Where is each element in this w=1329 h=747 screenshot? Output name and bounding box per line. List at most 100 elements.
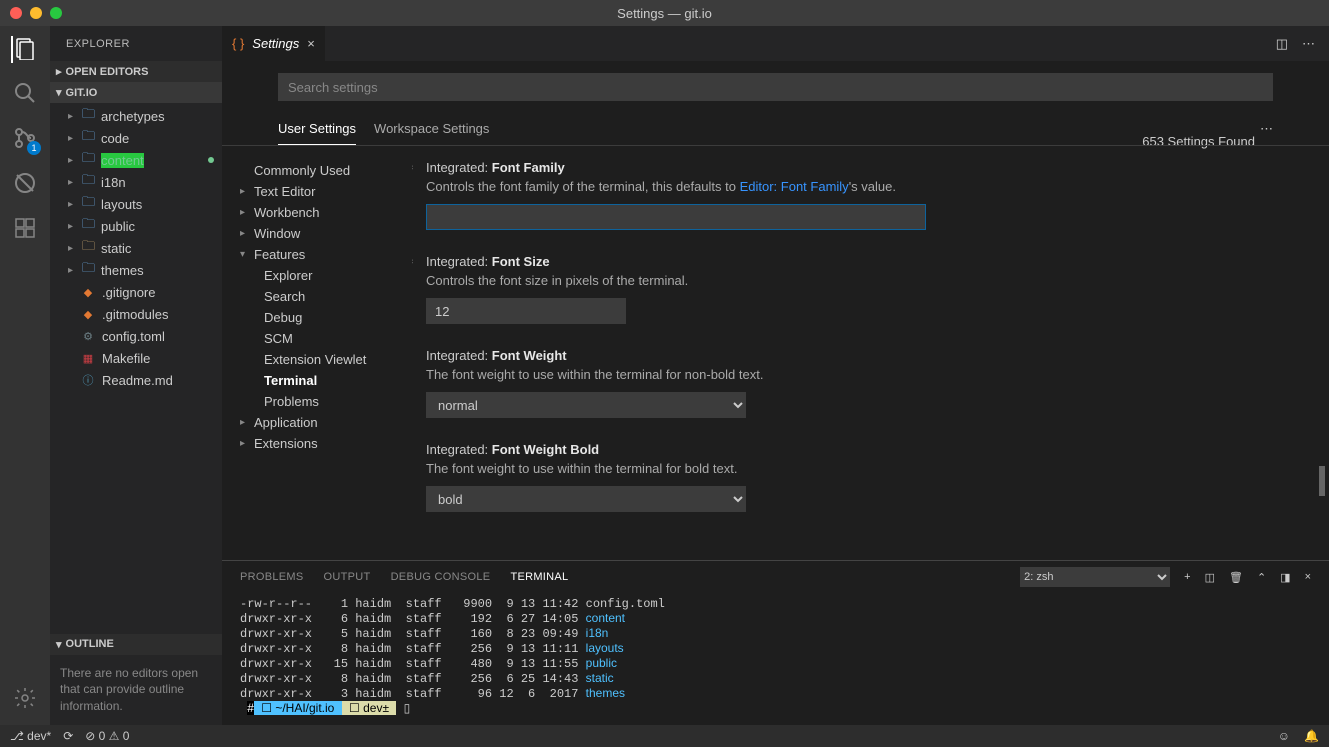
tree-item-config.toml[interactable]: ⚙config.toml <box>50 325 222 347</box>
scope-more-icon[interactable]: ⋯ <box>1260 113 1273 145</box>
scm-badge: 1 <box>27 141 41 155</box>
gear-icon[interactable]: ⚙ <box>412 160 414 176</box>
settings-search-input[interactable] <box>278 73 1273 101</box>
tree-item-.gitignore[interactable]: ◆.gitignore <box>50 281 222 303</box>
branch-indicator[interactable]: ⎇ dev* <box>10 729 51 743</box>
status-bar: ⎇ dev* ⟳ ⊘ 0 ⚠ 0 ☺ 🔔 <box>0 725 1329 747</box>
toc-application[interactable]: Application <box>240 412 412 433</box>
tree-item-static[interactable]: 🗀static <box>50 237 222 259</box>
folder-icon: 🗀 <box>82 193 95 215</box>
folder-icon: 🗀 <box>82 105 95 127</box>
maximize-panel-icon[interactable]: ◨ <box>1280 571 1290 584</box>
tree-item-Readme.md[interactable]: ⓘReadme.md <box>50 369 222 391</box>
maximize-window[interactable] <box>50 7 62 19</box>
tree-item-i18n[interactable]: 🗀i18n <box>50 171 222 193</box>
folder-icon: 🗀 <box>82 171 95 193</box>
settings-list[interactable]: ⚙ Integrated: Font Family Controls the f… <box>412 146 1329 560</box>
close-panel-icon[interactable]: × <box>1305 571 1311 583</box>
file-icon: ◆ <box>80 306 96 322</box>
panel-terminal[interactable]: TERMINAL <box>510 571 568 583</box>
bell-icon[interactable]: 🔔 <box>1304 729 1319 743</box>
font-weight-bold-select[interactable]: bold <box>426 486 746 512</box>
file-tree: 🗀archetypes🗀code🗀content🗀i18n🗀layouts🗀pu… <box>50 103 222 393</box>
problems-indicator[interactable]: ⊘ 0 ⚠ 0 <box>85 729 129 743</box>
tab-bar: { } Settings × ◫ ⋯ <box>222 26 1329 61</box>
file-icon: ◆ <box>80 284 96 300</box>
folder-icon: 🗀 <box>82 259 95 281</box>
toc-search[interactable]: Search <box>264 286 412 307</box>
toc-commonly-used[interactable]: Commonly Used <box>240 160 412 181</box>
setting-font-weight-bold: Integrated: Font Weight Bold The font we… <box>426 442 1309 512</box>
panel-problems[interactable]: PROBLEMS <box>240 571 304 583</box>
scm-icon[interactable]: 1 <box>13 126 37 153</box>
toc-scm[interactable]: SCM <box>264 328 412 349</box>
tree-item-code[interactable]: 🗀code <box>50 127 222 149</box>
sync-icon[interactable]: ⟳ <box>63 729 73 743</box>
folder-icon: 🗀 <box>82 237 95 259</box>
close-window[interactable] <box>10 7 22 19</box>
toc-extension-viewlet[interactable]: Extension Viewlet <box>264 349 412 370</box>
terminal-output[interactable]: -rw-r--r-- 1 haidm staff 9900 9 13 11:42… <box>222 593 1329 725</box>
outline-empty: There are no editors open that can provi… <box>50 655 222 725</box>
tree-item-archetypes[interactable]: 🗀archetypes <box>50 105 222 127</box>
scope-workspace[interactable]: Workspace Settings <box>374 113 489 145</box>
open-editors-section[interactable]: OPEN EDITORS <box>50 61 222 82</box>
terminal-picker[interactable]: 2: zsh <box>1020 567 1170 587</box>
font-size-input[interactable] <box>426 298 626 324</box>
toc-explorer[interactable]: Explorer <box>264 265 412 286</box>
toc-terminal[interactable]: Terminal <box>264 370 412 391</box>
setting-font-weight: Integrated: Font Weight The font weight … <box>426 348 1309 418</box>
editor-area: { } Settings × ◫ ⋯ 653 Settings Found Us… <box>222 26 1329 725</box>
debug-icon[interactable] <box>13 171 37 198</box>
chevron-up-icon[interactable]: ⌃ <box>1257 571 1266 584</box>
gear-icon[interactable]: ⚙ <box>412 254 414 270</box>
toc-text-editor[interactable]: Text Editor <box>240 181 412 202</box>
toc-problems[interactable]: Problems <box>264 391 412 412</box>
toc-extensions[interactable]: Extensions <box>240 433 412 454</box>
toc-debug[interactable]: Debug <box>264 307 412 328</box>
panel-debug-console[interactable]: DEBUG CONSOLE <box>391 571 491 583</box>
settings-tab-icon: { } <box>232 36 244 51</box>
scope-user[interactable]: User Settings <box>278 113 356 145</box>
tree-item-content[interactable]: 🗀content <box>50 149 222 171</box>
outline-section[interactable]: OUTLINE <box>50 634 222 655</box>
modified-dot <box>208 157 214 163</box>
chevron-icon <box>68 155 76 166</box>
more-actions-icon[interactable]: ⋯ <box>1302 36 1315 52</box>
file-icon: ▦ <box>80 350 96 366</box>
settings-gear-icon[interactable] <box>13 686 37 713</box>
editor-font-family-link[interactable]: Editor: Font Family <box>740 179 849 194</box>
chevron-icon <box>68 221 76 232</box>
chevron-icon <box>68 265 76 276</box>
split-terminal-icon[interactable]: ◫ <box>1205 571 1215 584</box>
minimize-window[interactable] <box>30 7 42 19</box>
explorer-icon[interactable] <box>11 36 37 63</box>
workspace-section[interactable]: GIT.IO <box>50 82 222 103</box>
extensions-icon[interactable] <box>13 216 37 243</box>
toc-features[interactable]: Features <box>240 244 412 265</box>
split-editor-icon[interactable]: ◫ <box>1276 36 1288 52</box>
new-terminal-icon[interactable]: + <box>1184 571 1190 583</box>
panel-output[interactable]: OUTPUT <box>324 571 371 583</box>
close-tab-icon[interactable]: × <box>307 36 315 51</box>
tree-item-public[interactable]: 🗀public <box>50 215 222 237</box>
font-family-input[interactable] <box>426 204 926 230</box>
tree-item-.gitmodules[interactable]: ◆.gitmodules <box>50 303 222 325</box>
toc-workbench[interactable]: Workbench <box>240 202 412 223</box>
setting-font-size: ⚙ Integrated: Font Size Controls the fon… <box>426 254 1309 324</box>
minimap-scroll[interactable] <box>1319 466 1325 496</box>
feedback-icon[interactable]: ☺ <box>1278 729 1290 743</box>
window-title: Settings — git.io <box>617 6 712 21</box>
font-weight-select[interactable]: normal <box>426 392 746 418</box>
tab-settings[interactable]: { } Settings × <box>222 26 325 61</box>
chevron-icon <box>68 133 76 144</box>
chevron-icon <box>68 243 76 254</box>
bottom-panel: PROBLEMS OUTPUT DEBUG CONSOLE TERMINAL 2… <box>222 560 1329 725</box>
kill-terminal-icon[interactable]: 🗑 <box>1229 571 1243 584</box>
search-icon[interactable] <box>13 81 37 108</box>
toc-window[interactable]: Window <box>240 223 412 244</box>
tree-item-themes[interactable]: 🗀themes <box>50 259 222 281</box>
tree-item-layouts[interactable]: 🗀layouts <box>50 193 222 215</box>
folder-icon: 🗀 <box>82 127 95 149</box>
tree-item-Makefile[interactable]: ▦Makefile <box>50 347 222 369</box>
